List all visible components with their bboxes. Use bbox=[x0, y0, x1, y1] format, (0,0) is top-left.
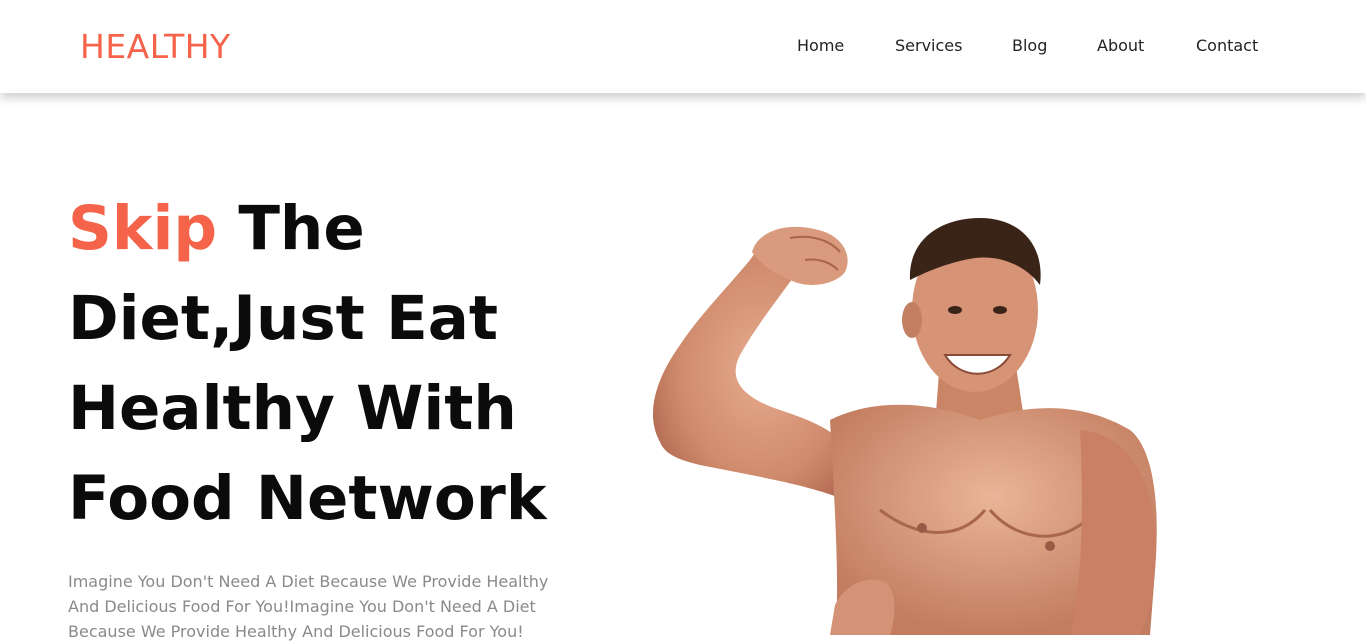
nav-link-blog[interactable]: Blog bbox=[1012, 36, 1047, 56]
brand-logo[interactable]: HEALTHY bbox=[80, 27, 231, 67]
hero-title: Skip The Diet,Just Eat Healthy With Food… bbox=[68, 184, 608, 544]
nav-link-contact[interactable]: Contact bbox=[1196, 36, 1258, 56]
hero-image-man bbox=[652, 218, 1157, 635]
hero-title-accent: Skip bbox=[68, 193, 218, 264]
nav-link-services[interactable]: Services bbox=[895, 36, 962, 56]
nav-link-home[interactable]: Home bbox=[797, 36, 844, 56]
nav-link-about[interactable]: About bbox=[1097, 36, 1144, 56]
hero-description: Imagine You Don't Need A Diet Because We… bbox=[68, 572, 549, 641]
top-navbar: HEALTHY Home Services Blog About Contact bbox=[0, 0, 1366, 93]
